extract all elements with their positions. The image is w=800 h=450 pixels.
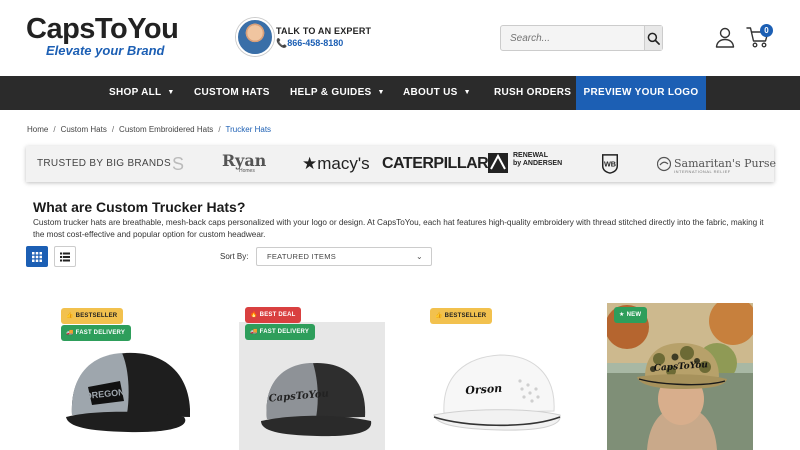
badge-label: FAST DELIVERY <box>259 329 310 335</box>
badge-label: BESTSELLER <box>444 313 487 319</box>
sort-selected-value: FEATURED ITEMS <box>267 252 337 261</box>
truck-icon: 🚚 <box>250 329 258 335</box>
nav-label: SHOP ALL <box>109 87 162 98</box>
product-card[interactable]: CapsToYou ★ NEW <box>607 303 755 450</box>
bestseller-badge: 👍 BESTSELLER <box>61 308 124 324</box>
expert-title: TALK TO AN EXPERT <box>276 25 372 36</box>
brands-label: TRUSTED BY BIG BRANDS <box>37 158 171 169</box>
caret-down-icon: ▼ <box>167 89 175 96</box>
nav-rush-orders[interactable]: RUSH ORDERS <box>494 76 571 110</box>
talk-to-expert[interactable]: TALK TO AN EXPERT 📞866-458-8180 <box>236 18 371 56</box>
expert-phone-number: 866-458-8180 <box>287 37 344 48</box>
badge-label: BEST DEAL <box>259 312 296 318</box>
breadcrumb-home[interactable]: Home <box>27 125 48 134</box>
nav-shop-all[interactable]: SHOP ALL ▼ <box>109 76 175 110</box>
account-icon[interactable] <box>714 26 736 48</box>
expert-phone-link[interactable]: 📞866-458-8180 <box>276 38 371 49</box>
phone-icon: 📞 <box>276 37 288 48</box>
cart-count-badge: 0 <box>760 24 773 37</box>
product-image-oregon-trucker[interactable]: OREGON <box>58 331 206 450</box>
brand-logo-samaritans-purse: Samaritan's Purse <box>674 157 776 170</box>
brand-logo-caterpillar: CATERPILLAR <box>382 155 489 172</box>
main-nav: SHOP ALL ▼ CUSTOM HATS HELP & GUIDES ▼ ABO… <box>0 76 800 110</box>
grid-view-button[interactable] <box>26 246 48 267</box>
search-input[interactable] <box>501 26 644 50</box>
renewal-mark-icon <box>488 153 508 173</box>
badge-label: BESTSELLER <box>75 313 118 319</box>
breadcrumb-embroidered-hats[interactable]: Custom Embroidered Hats <box>119 125 213 134</box>
renewal-line-2: by ANDERSEN <box>513 160 563 167</box>
trusted-brands-bar: TRUSTED BY BIG BRANDS S Ryan Homes ★macy… <box>26 146 776 182</box>
nav-help-guides[interactable]: HELP & GUIDES ▼ <box>290 76 385 110</box>
sort-dropdown[interactable]: FEATURED ITEMS ⌄ <box>256 247 432 266</box>
star-icon: ★ <box>619 312 625 318</box>
fast-delivery-badge: 🚚 FAST DELIVERY <box>245 324 316 340</box>
nav-label: HELP & GUIDES <box>290 87 372 98</box>
expert-avatar <box>236 18 274 56</box>
preview-logo-button[interactable]: PREVIEW YOUR LOGO <box>576 76 706 110</box>
grid-icon <box>32 251 42 262</box>
nav-label: ABOUT US <box>403 87 458 98</box>
list-view-button[interactable] <box>54 246 76 267</box>
truck-icon: 🚚 <box>66 330 74 336</box>
best-deal-badge: 🔥 BEST DEAL <box>245 307 302 323</box>
brand-logo-renewal-andersen: RENEWAL by ANDERSEN <box>513 152 562 174</box>
nav-label: CUSTOM HATS <box>194 87 270 98</box>
chevron-down-icon: ⌄ <box>415 252 423 261</box>
badge-label: FAST DELIVERY <box>75 330 126 336</box>
brand-logo-partial: S <box>172 154 185 174</box>
fast-delivery-badge: 🚚 FAST DELIVERY <box>61 325 132 341</box>
bestseller-badge: 👍 BESTSELLER <box>430 308 493 324</box>
brand-logo-warner-bros: WB <box>602 154 618 174</box>
breadcrumb: Home / Custom Hats / Custom Embroidered Hats… <box>27 125 272 134</box>
renewal-line-1: RENEWAL <box>513 152 548 159</box>
logo-tagline: Elevate your Brand <box>46 43 165 58</box>
samaritan-dove-icon <box>657 156 671 172</box>
product-image-camo-lifestyle[interactable]: CapsToYou <box>607 303 753 450</box>
nav-about-us[interactable]: ABOUT US ▼ <box>403 76 471 110</box>
caret-down-icon: ▼ <box>377 89 385 96</box>
nav-custom-hats[interactable]: CUSTOM HATS <box>194 76 270 110</box>
list-icon <box>60 252 70 261</box>
thumbs-up-icon: 👍 <box>435 313 443 319</box>
search-icon <box>647 32 660 45</box>
nav-label: RUSH ORDERS <box>494 87 572 98</box>
page-title: What are Custom Trucker Hats? <box>33 199 246 215</box>
search-bar <box>500 25 663 51</box>
sort-label: Sort By: <box>220 252 249 261</box>
logo-wordmark: CapsToYou <box>26 13 179 45</box>
product-image-gray-trucker[interactable]: CapsToYou <box>239 333 385 450</box>
badge-label: NEW <box>626 312 642 318</box>
caret-down-icon: ▼ <box>463 89 471 96</box>
product-card[interactable]: 👍 BESTSELLER Orson <box>424 303 572 450</box>
breadcrumb-custom-hats[interactable]: Custom Hats <box>61 125 107 134</box>
search-button[interactable] <box>644 26 662 50</box>
breadcrumb-current: Trucker Hats <box>225 125 272 134</box>
category-description: Custom trucker hats are breathable, mesh… <box>33 218 764 239</box>
brand-logo-ryan-homes-sub: Homes <box>239 168 255 174</box>
new-badge: ★ NEW <box>614 307 648 323</box>
product-card[interactable]: 🔥 BEST DEAL 🚚 FAST DELIVERY CapsToYou <box>239 303 387 450</box>
brand-logo-samaritans-sub: INTERNATIONAL RELIEF <box>674 169 731 174</box>
site-header: CapsToYou Elevate your Brand TALK TO AN … <box>0 0 800 76</box>
thumbs-up-icon: 👍 <box>66 313 74 319</box>
cap-embroidery-text: Orson <box>465 382 503 398</box>
site-logo[interactable]: CapsToYou Elevate your Brand <box>26 13 179 58</box>
product-card[interactable]: 👍 BESTSELLER 🚚 FAST DELIVERY OREGON <box>58 303 206 450</box>
fire-icon: 🔥 <box>250 312 258 318</box>
brand-logo-macys: ★macy's <box>302 154 370 173</box>
wb-text: WB <box>604 160 616 169</box>
product-image-white-performance-cap[interactable]: Orson <box>424 331 572 450</box>
